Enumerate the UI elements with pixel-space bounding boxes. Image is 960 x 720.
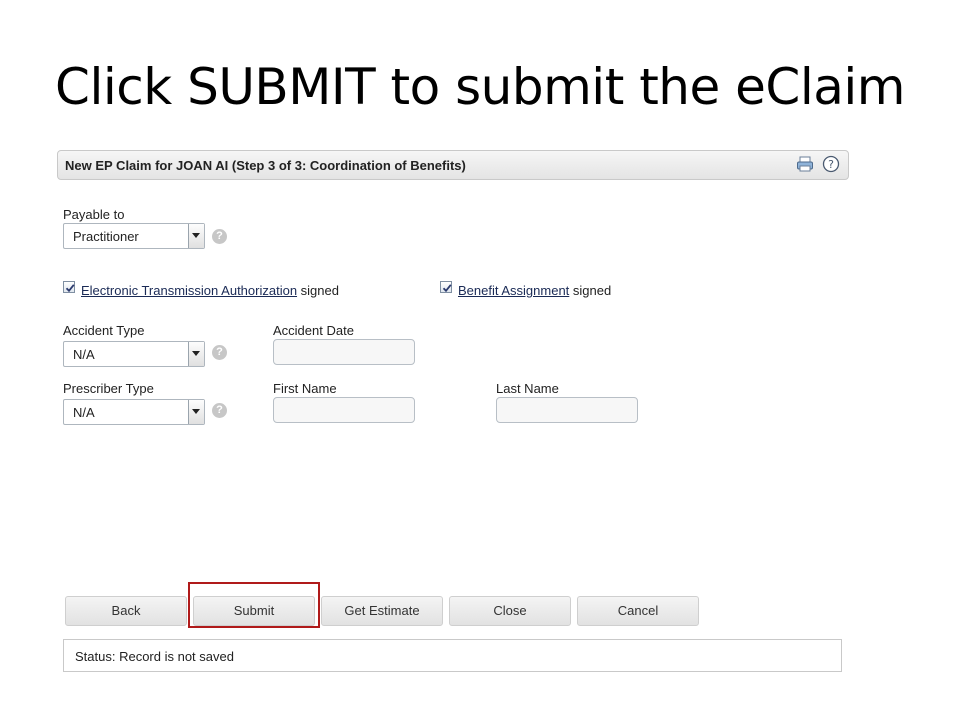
prescriber-type-select[interactable]: N/A [63, 399, 205, 425]
payable-to-select[interactable]: Practitioner [63, 223, 205, 249]
accident-date-field[interactable] [273, 339, 415, 365]
svg-text:?: ? [828, 158, 834, 171]
eta-checkbox[interactable] [63, 281, 75, 293]
first-name-label: First Name [273, 381, 337, 396]
back-button[interactable]: Back [65, 596, 187, 626]
get-estimate-button[interactable]: Get Estimate [321, 596, 443, 626]
help-question-icon[interactable]: ? [212, 345, 227, 360]
accident-type-select[interactable]: N/A [63, 341, 205, 367]
last-name-label: Last Name [496, 381, 559, 396]
benefit-suffix: signed [572, 283, 612, 298]
benefit-label: Benefit Assignment signed [458, 283, 611, 298]
eta-link[interactable]: Electronic Transmission Authorization [81, 283, 297, 298]
last-name-field[interactable] [496, 397, 638, 423]
print-icon[interactable] [796, 155, 814, 178]
benefit-checkbox[interactable] [440, 281, 452, 293]
help-icon[interactable]: ? [822, 155, 840, 178]
close-button[interactable]: Close [449, 596, 571, 626]
status-text: Status: Record is not saved [75, 649, 234, 664]
accident-date-label: Accident Date [273, 323, 354, 338]
accident-type-label: Accident Type [63, 323, 145, 338]
prescriber-type-value: N/A [73, 405, 95, 420]
eta-label: Electronic Transmission Authorization si… [81, 283, 339, 298]
accident-type-value: N/A [73, 347, 95, 362]
help-question-icon[interactable]: ? [212, 229, 227, 244]
chevron-down-icon[interactable] [188, 400, 204, 424]
submit-highlight-box [188, 582, 320, 628]
chevron-down-icon[interactable] [188, 342, 204, 366]
cancel-button[interactable]: Cancel [577, 596, 699, 626]
panel-header: New EP Claim for JOAN AI (Step 3 of 3: C… [57, 150, 849, 180]
payable-to-value: Practitioner [73, 229, 139, 244]
chevron-down-icon[interactable] [188, 224, 204, 248]
prescriber-type-label: Prescriber Type [63, 381, 154, 396]
status-bar: Status: Record is not saved [63, 639, 842, 672]
first-name-field[interactable] [273, 397, 415, 423]
benefit-link[interactable]: Benefit Assignment [458, 283, 569, 298]
eta-suffix: signed [300, 283, 339, 298]
panel-title: New EP Claim for JOAN AI (Step 3 of 3: C… [65, 158, 466, 173]
payable-to-label: Payable to [63, 207, 125, 222]
help-question-icon[interactable]: ? [212, 403, 227, 418]
slide-title: Click SUBMIT to submit the eClaim [55, 58, 905, 116]
